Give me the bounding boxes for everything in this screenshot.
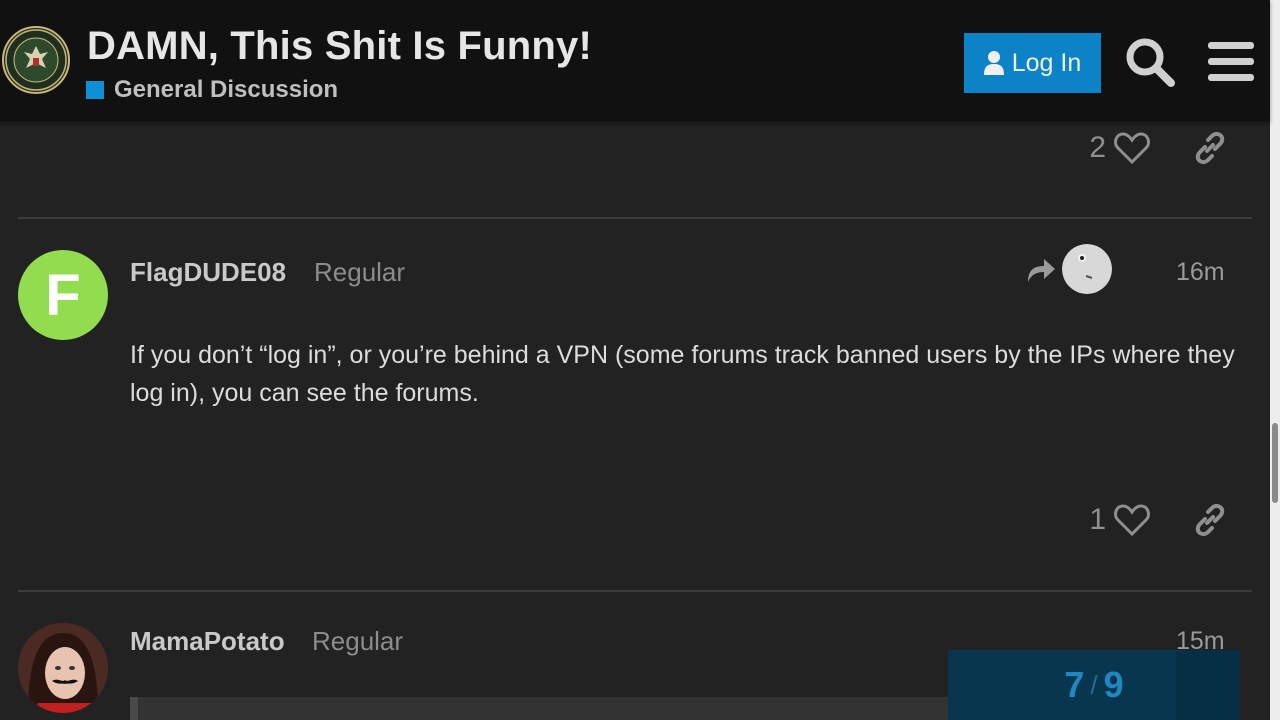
like-count: 1: [1089, 503, 1106, 536]
reply-to-arrow-icon[interactable]: [1026, 256, 1056, 284]
post-body: If you don’t “log in”, or you’re behind …: [130, 341, 1235, 407]
user-photo-icon: [18, 623, 108, 713]
avatar-letter: F: [45, 262, 81, 328]
progress-total: 9: [1103, 664, 1124, 705]
post-actions: 2: [1076, 130, 1228, 166]
user-icon: [983, 51, 1004, 75]
link-icon[interactable]: [1192, 130, 1228, 166]
page-scrollbar[interactable]: [1270, 0, 1280, 720]
login-button[interactable]: Log In: [964, 33, 1101, 93]
post-user-title: Regular: [314, 257, 406, 287]
topic-progress-label[interactable]: 7 / 9: [948, 650, 1240, 720]
topic-title[interactable]: DAMN, This Shit Is Funny!: [87, 24, 592, 69]
hamburger-menu-icon[interactable]: [1206, 40, 1256, 84]
post-divider: [18, 217, 1252, 219]
eagle-seal-icon: [5, 29, 67, 91]
post-quote-block: [130, 697, 970, 720]
avatar[interactable]: [18, 623, 108, 713]
site-logo[interactable]: [2, 26, 70, 94]
heart-icon[interactable]: [1114, 504, 1150, 536]
avatar[interactable]: F: [18, 250, 108, 340]
category-label: General Discussion: [114, 76, 339, 103]
category-color-square: [86, 81, 104, 99]
pepe-avatar-icon: [1062, 244, 1112, 294]
site-header: DAMN, This Shit Is Funny! General Discus…: [0, 0, 1270, 121]
category-badge[interactable]: General Discussion: [86, 76, 338, 104]
topic-progress[interactable]: 7 / 9: [948, 650, 1240, 720]
heart-icon[interactable]: [1114, 132, 1150, 164]
post-username[interactable]: FlagDUDE08: [130, 257, 286, 288]
post-username[interactable]: MamaPotato: [130, 626, 285, 657]
post-actions: 1: [1076, 502, 1228, 538]
scrollbar-thumb[interactable]: [1272, 423, 1278, 503]
progress-current: 7: [1064, 664, 1085, 705]
progress-separator: /: [1090, 669, 1098, 700]
like-count: 2: [1089, 131, 1106, 164]
search-icon[interactable]: [1124, 36, 1176, 88]
reply-to-avatar[interactable]: [1062, 244, 1112, 294]
login-label: Log In: [1011, 48, 1082, 77]
link-icon[interactable]: [1192, 502, 1228, 538]
post-user-title: Regular: [312, 626, 404, 656]
post-divider: [18, 590, 1252, 592]
post-timestamp[interactable]: 16m: [1176, 258, 1225, 287]
